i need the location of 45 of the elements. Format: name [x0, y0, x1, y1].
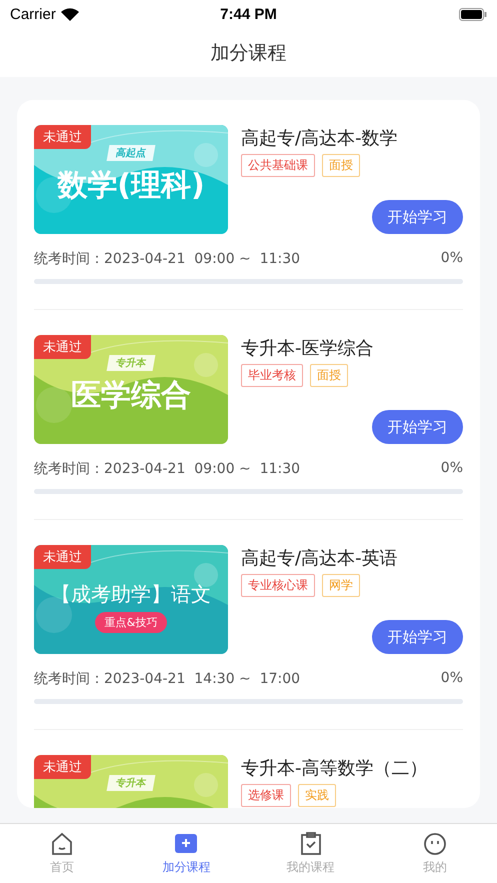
course-tag: 选修课	[241, 784, 291, 807]
cover-title: 【成考助学】语文	[51, 581, 211, 608]
progress-percent: 0%	[440, 250, 463, 268]
clock-time: 7:44 PM	[220, 6, 277, 22]
course-tag: 面授	[322, 154, 360, 177]
status-badge: 未通过	[34, 545, 91, 569]
course-tag: 实践	[298, 784, 336, 807]
status-badge: 未通过	[34, 125, 91, 149]
progress-percent: 0%	[440, 670, 463, 688]
tab-item[interactable]: 首页	[0, 824, 124, 883]
start-study-button[interactable]: 开始学习	[372, 410, 463, 444]
smiley-face-icon	[422, 832, 447, 856]
tab-item[interactable]: 我的	[372, 824, 497, 883]
status-badge: 未通过	[34, 335, 91, 359]
progress-percent: 0%	[440, 460, 463, 478]
status-badge: 未通过	[34, 755, 91, 779]
battery-icon	[459, 8, 487, 20]
home-icon	[50, 832, 74, 856]
wifi-icon	[60, 8, 79, 20]
exam-time: 统考时间：2023-04-21 09:00 ~ 11:30	[34, 250, 300, 268]
exam-time: 统考时间：2023-04-21 14:30 ~ 17:00	[34, 670, 300, 688]
start-study-button[interactable]: 开始学习	[372, 200, 463, 234]
course-tag: 网学	[322, 574, 360, 597]
cover-pill: 重点&技巧	[94, 612, 168, 633]
cover-title: 数学(理科)	[57, 167, 205, 205]
course-tag: 面授	[310, 364, 348, 387]
course-title: 高起专/高达本-英语	[241, 547, 399, 570]
book-plus-icon	[174, 832, 198, 856]
carrier-name: Carrier	[10, 6, 56, 22]
course-title: 专升本-高等数学（二）	[241, 757, 428, 780]
tab-item[interactable]: 我的课程	[248, 824, 373, 883]
clipboard-check-icon	[298, 832, 323, 856]
course-tag: 毕业考核	[241, 364, 303, 387]
page-title: 加分课程	[210, 40, 286, 66]
cover-title: 医学综合	[71, 377, 191, 415]
exam-time: 统考时间：2023-04-21 09:00 ~ 11:30	[34, 460, 300, 478]
tab-item[interactable]: 加分课程	[124, 824, 248, 883]
cover-label: 高起点	[106, 145, 156, 161]
course-tag: 专业核心课	[241, 574, 315, 597]
start-study-button[interactable]: 开始学习	[372, 620, 463, 654]
course-tag: 公共基础课	[241, 154, 315, 177]
course-title: 专升本-医学综合	[241, 337, 374, 360]
course-title: 高起专/高达本-数学	[241, 127, 399, 150]
cover-label: 专升本	[106, 775, 156, 791]
cover-label: 专升本	[106, 355, 156, 371]
